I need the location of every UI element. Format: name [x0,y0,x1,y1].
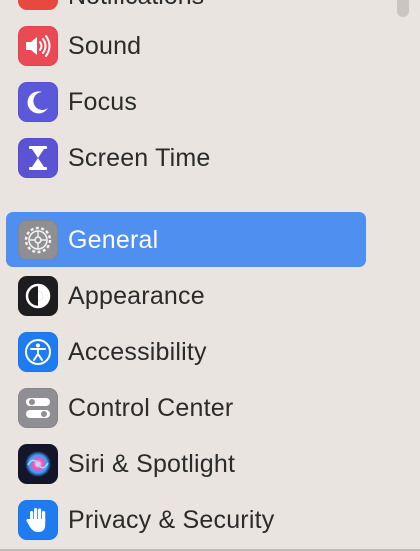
sidebar-scrollbar[interactable] [396,0,410,551]
sidebar-item-label: General [68,226,159,254]
hand-icon [18,500,58,540]
sidebar-item-label: Privacy & Security [68,505,275,534]
appearance-icon [18,276,58,316]
sidebar-item-sound[interactable]: Sound [6,22,366,70]
accessibility-icon [18,332,58,372]
settings-sidebar: Notifications Sound Focus [0,0,420,551]
sidebar-item-control-center[interactable]: Control Center [6,384,366,432]
siri-icon [18,444,58,484]
sidebar-item-label: Screen Time [68,143,211,172]
hourglass-icon [18,138,58,178]
sidebar-item-focus[interactable]: Focus [6,78,366,126]
speaker-icon [18,26,58,66]
sidebar-item-label: Notifications [68,0,204,11]
sidebar-item-siri-spotlight[interactable]: Siri & Spotlight [6,440,366,488]
sidebar-item-general[interactable]: General [6,212,366,267]
bell-icon [18,0,58,10]
gear-icon [18,220,58,260]
toggles-icon [18,388,58,428]
sidebar-item-screen-time[interactable]: Screen Time [6,134,366,182]
sidebar-item-privacy-security[interactable]: Privacy & Security [6,496,366,544]
sidebar-item-label: Accessibility [68,337,207,366]
sidebar-item-label: Siri & Spotlight [68,449,236,478]
scrollbar-thumb[interactable] [397,0,409,17]
sidebar-item-label: Sound [68,31,142,60]
sidebar-item-appearance[interactable]: Appearance [6,272,366,320]
moon-icon [18,82,58,122]
sidebar-item-label: Appearance [68,281,205,310]
sidebar-item-label: Focus [68,87,138,116]
sidebar-item-accessibility[interactable]: Accessibility [6,328,366,376]
sidebar-item-label: Control Center [68,393,234,422]
